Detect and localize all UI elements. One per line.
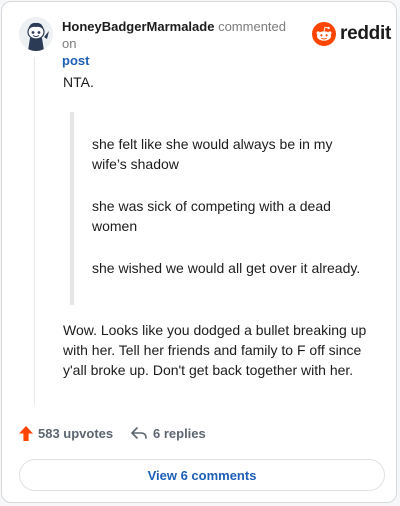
view-comments-button[interactable]: View 6 comments — [19, 459, 385, 491]
snoo-avatar-icon — [19, 17, 53, 51]
comment-card: HoneyBadgerMarmalade commented on post r… — [1, 1, 397, 503]
view-comments-label: View 6 comments — [147, 467, 257, 483]
blockquote: she felt like she would always be in my … — [70, 112, 374, 305]
replies-button[interactable]: 6 replies — [131, 426, 206, 441]
comment-header: HoneyBadgerMarmalade commented on post — [62, 18, 302, 69]
reddit-snoo-icon — [312, 22, 336, 46]
quote-line: she wished we would all get over it alre… — [92, 260, 361, 276]
post-link[interactable]: post — [62, 53, 89, 68]
comment-body: NTA. she felt like she would always be i… — [63, 72, 373, 378]
reddit-wordmark: reddit — [340, 23, 391, 44]
upvote-count: 583 upvotes — [38, 426, 114, 441]
quote-line: she was sick of competing with a dead wo… — [92, 198, 331, 234]
thread-line — [34, 57, 35, 405]
username-link[interactable]: HoneyBadgerMarmalade — [62, 19, 214, 34]
reddit-logo[interactable]: reddit — [312, 21, 391, 47]
upvote-arrow-icon — [19, 426, 33, 441]
upvote-button[interactable]: 583 upvotes — [19, 426, 113, 441]
reply-arrow-icon — [131, 427, 147, 439]
comment-paragraph: Wow. Looks like you dodged a bullet brea… — [63, 322, 367, 378]
comment-opening: NTA. — [63, 74, 94, 90]
reply-count: 6 replies — [153, 426, 206, 441]
quote-line: she felt like she would always be in my … — [92, 136, 333, 172]
user-avatar[interactable] — [19, 17, 53, 51]
